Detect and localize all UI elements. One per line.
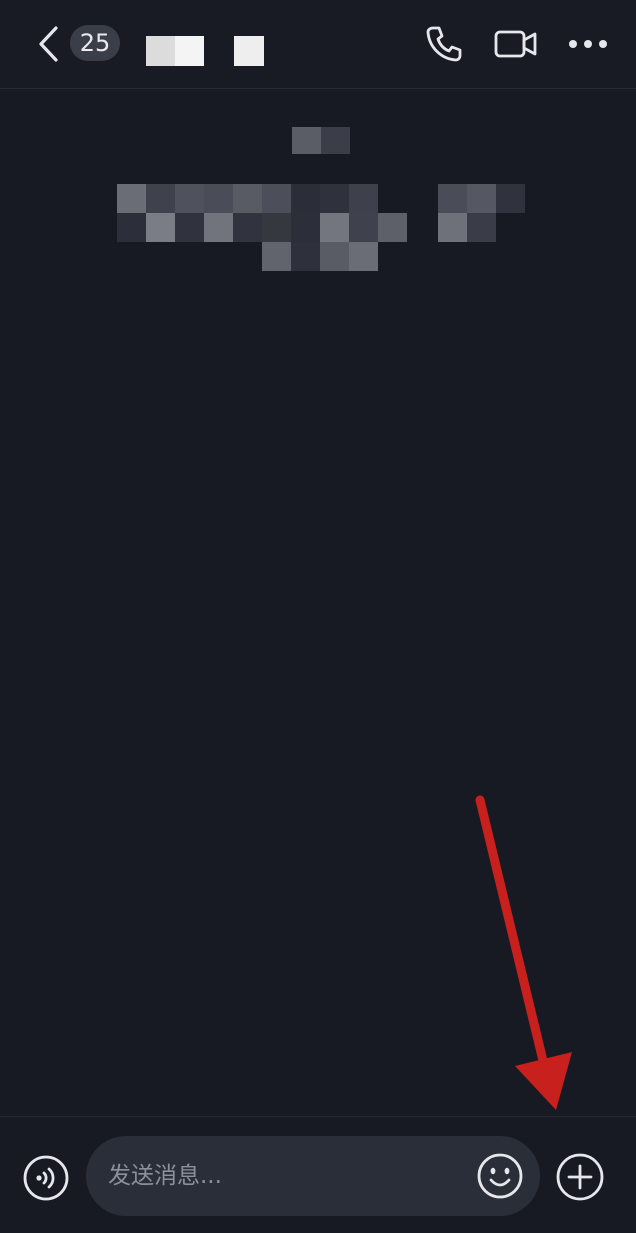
emoji-button[interactable]	[476, 1152, 524, 1200]
video-call-button[interactable]	[494, 22, 538, 66]
plus-circle-icon	[556, 1153, 604, 1201]
chevron-left-icon	[39, 26, 58, 62]
phone-icon	[426, 26, 462, 62]
contact-name-redacted-2	[234, 36, 264, 66]
video-camera-icon	[494, 30, 537, 58]
composer-divider	[0, 1116, 636, 1117]
header-divider	[0, 88, 636, 89]
voice-input-button[interactable]	[22, 1154, 70, 1202]
voice-call-button[interactable]	[422, 22, 466, 66]
contact-name-redacted	[146, 36, 204, 66]
more-options-button[interactable]	[566, 22, 610, 66]
chat-header: 25	[0, 0, 636, 88]
message-input-placeholder: 发送消息...	[108, 1163, 222, 1189]
annotation-arrow	[475, 795, 572, 1110]
unread-count-badge: 25	[70, 25, 120, 61]
back-button[interactable]	[30, 22, 66, 66]
message-input[interactable]: 发送消息...	[86, 1136, 540, 1216]
voice-input-icon	[23, 1155, 69, 1201]
emoji-face-icon	[477, 1153, 523, 1199]
more-horizontal-icon	[569, 40, 607, 48]
more-functions-plus-button[interactable]	[555, 1152, 605, 1202]
